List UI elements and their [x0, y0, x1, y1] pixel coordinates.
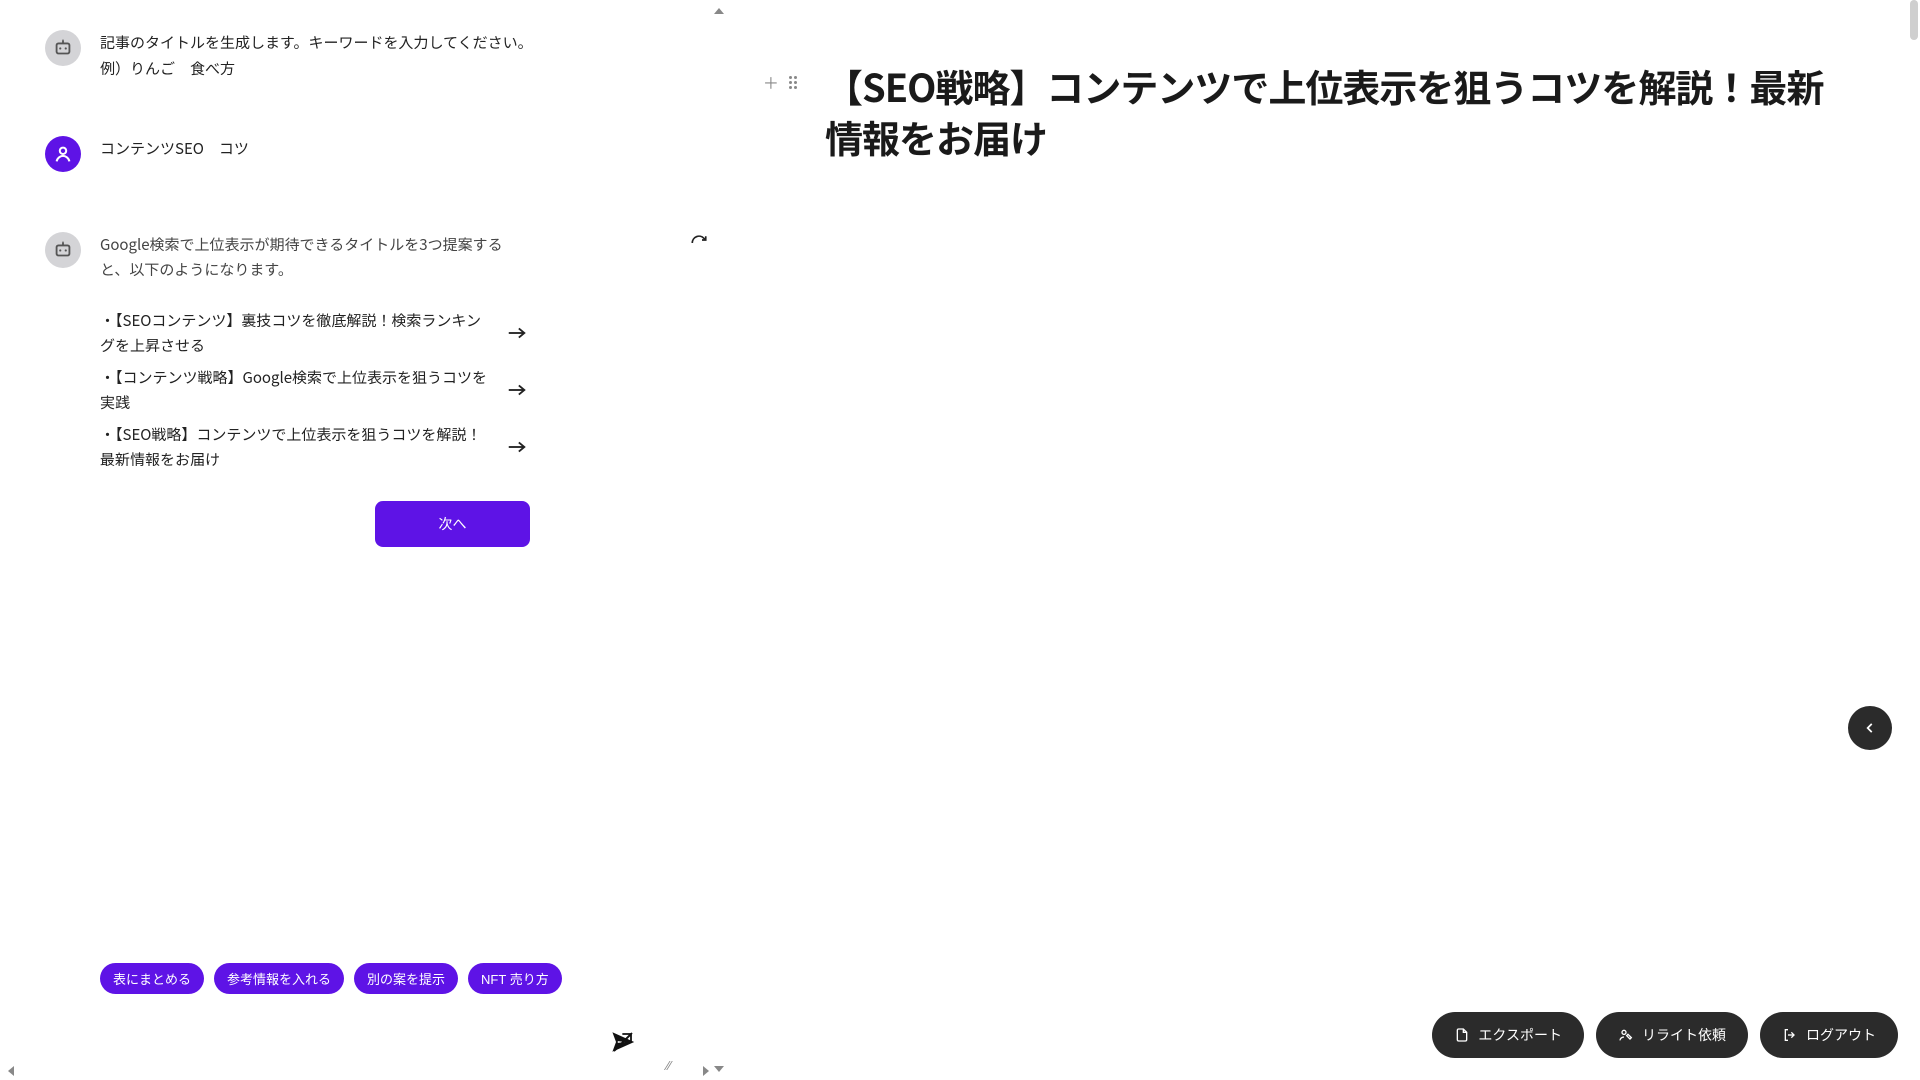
rewrite-label: リライト依頼 [1642, 1025, 1726, 1045]
bot-avatar [45, 232, 81, 268]
file-icon [1454, 1027, 1470, 1043]
suggestion-3: ・【SEO戦略】コンテンツで上位表示を狙うコツを解説！最新情報をお届け [100, 422, 530, 473]
use-suggestion-1-button[interactable] [504, 320, 530, 346]
logout-icon [1782, 1027, 1798, 1043]
user-avatar [45, 136, 81, 172]
chip-summarize-table[interactable]: 表にまとめる [100, 963, 204, 994]
quick-chips: 表にまとめる 参考情報を入れる 別の案を提示 NFT 売り方 [0, 963, 725, 1000]
resize-grip-icon[interactable]: ⁄⁄ [667, 1055, 671, 1074]
next-button[interactable]: 次へ [375, 501, 530, 547]
scroll-up-icon [714, 8, 724, 14]
bot-avatar [45, 30, 81, 66]
user-message-1: コンテンツSEO コツ [100, 136, 665, 162]
send-icon [611, 1030, 635, 1054]
bot1-text2: 例）りんご 食べ方 [100, 56, 665, 82]
export-button[interactable]: エクスポート [1432, 1012, 1584, 1058]
add-block-button[interactable]: ＋ [763, 70, 779, 94]
user1-text: コンテンツSEO コツ [100, 136, 665, 162]
suggestion-2: ・【コンテンツ戦略】Google検索で上位表示を狙うコツを実践 [100, 365, 530, 416]
suggestion-1-text: ・【SEOコンテンツ】裏技コツを徹底解説！検索ランキングを上昇させる [100, 308, 490, 359]
refresh-icon [690, 234, 708, 252]
chip-nft[interactable]: NFT 売り方 [468, 963, 562, 994]
chip-add-reference[interactable]: 参考情報を入れる [214, 963, 344, 994]
composer[interactable]: ⁄⁄ [100, 1012, 645, 1070]
drag-handle[interactable] [789, 76, 797, 89]
export-label: エクスポート [1478, 1025, 1562, 1045]
chevron-left-icon [1863, 721, 1877, 735]
bot1-text1: 記事のタイトルを生成します。キーワードを入力してください。 [100, 30, 665, 56]
regenerate-button[interactable] [688, 232, 710, 254]
rewrite-button[interactable]: リライト依頼 [1596, 1012, 1748, 1058]
grip-icon [789, 76, 797, 89]
scroll-right-icon [703, 1066, 709, 1076]
bot-message-1: 記事のタイトルを生成します。キーワードを入力してください。 例）りんご 食べ方 [100, 30, 665, 81]
suggestion-3-text: ・【SEO戦略】コンテンツで上位表示を狙うコツを解説！最新情報をお届け [100, 422, 490, 473]
pane-splitter[interactable] [713, 0, 725, 1080]
use-suggestion-2-button[interactable] [504, 377, 530, 403]
suggestion-1: ・【SEOコンテンツ】裏技コツを徹底解説！検索ランキングを上昇させる [100, 308, 530, 359]
scroll-down-icon [714, 1066, 724, 1072]
collapse-panel-button[interactable] [1848, 706, 1892, 750]
logout-button[interactable]: ログアウト [1760, 1012, 1898, 1058]
send-button[interactable] [607, 1026, 639, 1058]
document-title[interactable]: 【SEO戦略】コンテンツで上位表示を狙うコツを解説！最新情報をお届け [825, 60, 1860, 163]
arrow-right-icon [506, 324, 528, 342]
scroll-left-icon [8, 1066, 14, 1076]
scrollbar-thumb[interactable] [1910, 0, 1918, 40]
use-suggestion-3-button[interactable] [504, 434, 530, 460]
suggestion-2-text: ・【コンテンツ戦略】Google検索で上位表示を狙うコツを実践 [100, 365, 490, 416]
bot2-intro: Google検索で上位表示が期待できるタイトルを3つ提案すると、以下のようになり… [100, 232, 520, 283]
arrow-right-icon [506, 381, 528, 399]
arrow-right-icon [506, 438, 528, 456]
scrollbar[interactable] [1910, 0, 1918, 1080]
logout-label: ログアウト [1806, 1025, 1876, 1045]
person-edit-icon [1618, 1027, 1634, 1043]
chip-other-ideas[interactable]: 別の案を提示 [354, 963, 458, 994]
bot-message-2: Google検索で上位表示が期待できるタイトルを3つ提案すると、以下のようになり… [100, 232, 665, 547]
